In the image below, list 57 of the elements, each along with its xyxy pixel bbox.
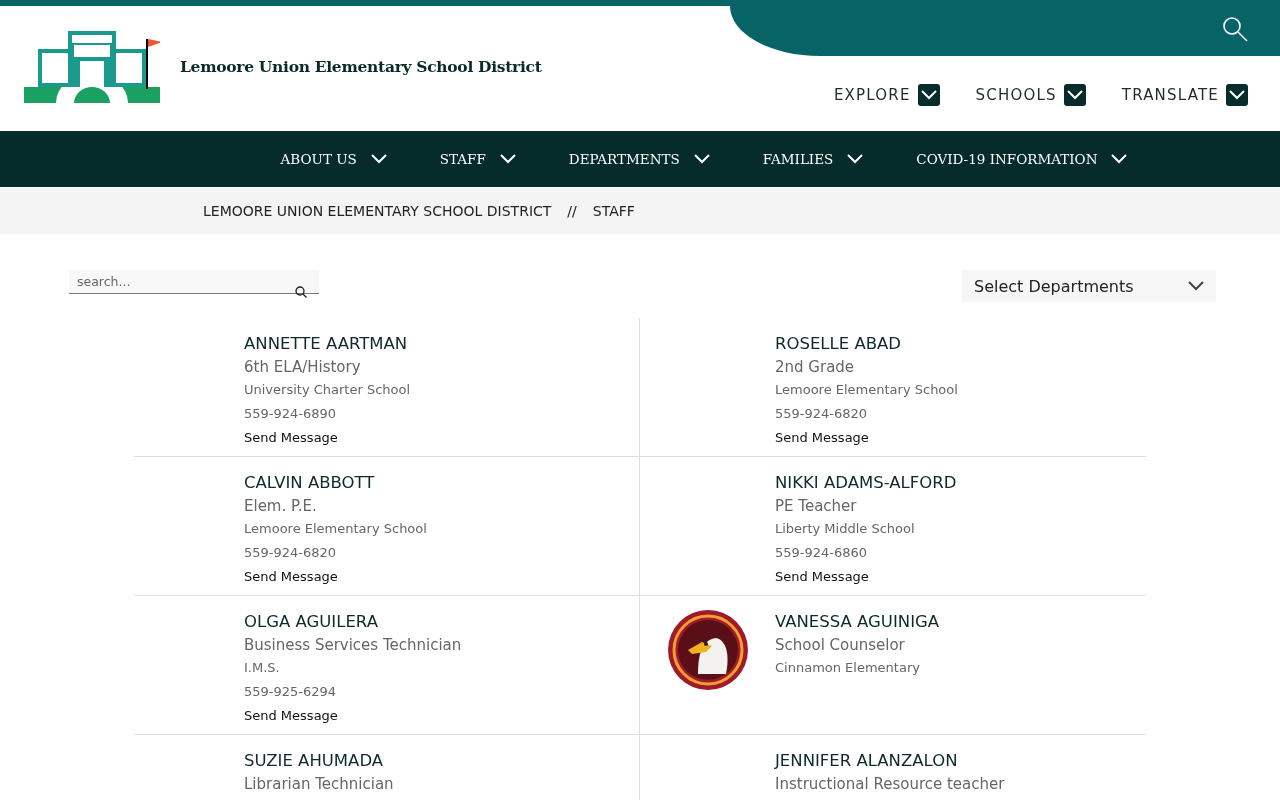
send-message-link[interactable]: Send Message — [775, 565, 957, 589]
staff-title: 2nd Grade — [775, 357, 856, 378]
staff-title: Librarian Technician — [244, 774, 394, 795]
chevron-down-icon — [1188, 281, 1204, 291]
staff-title: School Counselor — [775, 635, 906, 656]
search-icon — [295, 286, 307, 298]
staff-name: CALVIN ABBOTT — [244, 472, 376, 494]
staff-name: SUZIE AHUMADA — [244, 750, 385, 772]
utility-menu-item[interactable]: EXPLORE — [833, 84, 940, 106]
staff-title: Elem. P.E. — [244, 496, 318, 517]
chevron-down-icon — [499, 154, 516, 164]
staff-school: Cinnamon Elementary — [775, 659, 921, 677]
breadcrumb-separator: // — [567, 202, 577, 219]
staff-name: VANESSA AGUINIGA — [775, 611, 940, 633]
search-field[interactable]: search... — [69, 270, 319, 294]
nav-item[interactable]: STAFF — [439, 131, 516, 187]
site-title: Lemoore Union Elementary School District — [180, 56, 542, 76]
breadcrumb-link[interactable]: LEMOORE UNION ELEMENTARY SCHOOL DISTRICT — [203, 202, 552, 219]
staff-phone: 559-925-6294 — [244, 683, 338, 701]
nav-item[interactable]: COVID-19 INFORMATION — [916, 131, 1128, 187]
staff-title: Instructional Resource teacher — [775, 774, 1005, 795]
chevron-down-icon — [847, 154, 864, 164]
staff-name: ROSELLE ABAD — [775, 333, 902, 355]
send-message-link[interactable]: Send Message — [244, 704, 462, 728]
chevron-down-icon — [693, 154, 710, 164]
staff-school: I.M.S. — [244, 659, 281, 677]
breadcrumb-link[interactable]: STAFF — [592, 202, 635, 219]
staff-phone: 559-924-6820 — [775, 405, 869, 423]
staff-name: JENNIFER ALANZALON — [775, 750, 959, 772]
chevron-down-icon — [1111, 154, 1128, 164]
staff-school: University Charter School — [244, 381, 411, 399]
department-select[interactable]: Select Departments — [962, 270, 1216, 302]
chevron-down-icon — [920, 90, 937, 100]
staff-school: Lemoore Elementary School — [244, 520, 427, 538]
chevron-down-icon — [370, 154, 387, 164]
staff-phone: 559-924-6860 — [775, 544, 869, 562]
staff-school: Liberty Middle School — [775, 520, 916, 538]
staff-name: ANNETTE AARTMAN — [244, 333, 409, 355]
send-message-link[interactable]: Send Message — [244, 565, 427, 589]
chevron-down-icon — [1066, 90, 1083, 100]
utility-menu-item[interactable]: SCHOOLS — [975, 84, 1086, 106]
utility-menu-item[interactable]: TRANSLATE — [1121, 84, 1248, 106]
staff-name: NIKKI ADAMS-ALFORD — [775, 472, 957, 494]
staff-phone: 559-924-6820 — [244, 544, 338, 562]
staff-title: 6th ELA/History — [244, 357, 362, 378]
staff-school: Lemoore Elementary School — [775, 381, 958, 399]
staff-title: Business Services Technician — [244, 635, 462, 656]
chevron-down-icon — [1229, 90, 1245, 100]
search-icon[interactable] — [1222, 16, 1248, 44]
nav-item[interactable]: DEPARTMENTS — [568, 131, 710, 187]
staff-name: OLGA AGUILERA — [244, 611, 379, 633]
staff-phone: 559-924-6890 — [244, 405, 338, 423]
staff-title: PE Teacher — [775, 496, 858, 517]
nav-item[interactable]: FAMILIES — [762, 131, 864, 187]
send-message-link[interactable]: Send Message — [244, 426, 411, 450]
send-message-link[interactable]: Send Message — [775, 426, 958, 450]
nav-item[interactable]: ABOUT US — [280, 131, 387, 187]
